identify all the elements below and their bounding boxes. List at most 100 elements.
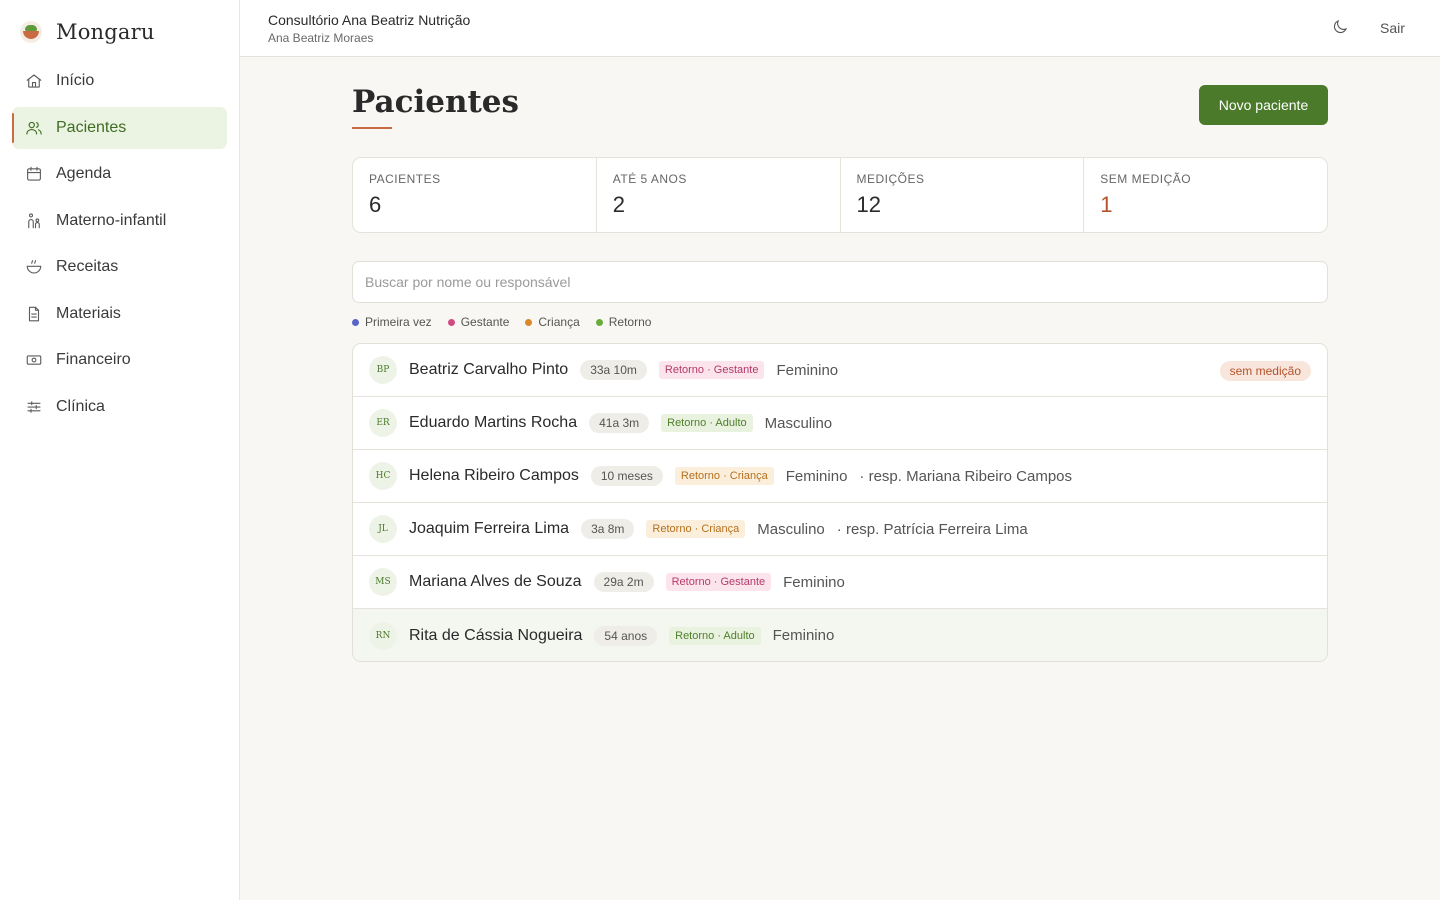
patient-sex: Masculino — [764, 414, 833, 432]
category-tag: Retorno · Criança — [646, 520, 746, 538]
stat-value: 1 — [1100, 192, 1113, 217]
age-badge: 41a 3m — [589, 413, 650, 433]
brand[interactable]: Mongaru — [20, 16, 155, 48]
sidebar-item-label: Materno-infantil — [56, 211, 167, 229]
sidebar-nav: Início Pacientes Agenda Materno-infantil… — [12, 60, 227, 432]
sidebar-item-receitas[interactable]: Receitas — [12, 246, 227, 288]
legend-item-gestante: Gestante — [447, 315, 510, 329]
patient-name: Eduardo Martins Rocha — [409, 414, 578, 431]
page-title: Pacientes — [352, 84, 519, 120]
patient-sex: Feminino — [772, 627, 835, 644]
document-icon — [24, 304, 44, 324]
avatar: JL — [369, 515, 397, 543]
avatar: BP — [369, 356, 397, 384]
legend-label: Criança — [538, 315, 580, 329]
stat-label: MEDIÇÕES — [856, 172, 925, 186]
legend-item-retorno: Retorno — [595, 315, 651, 329]
patient-list: BP Beatriz Carvalho Pinto 33a 10m Retorn… — [352, 343, 1328, 662]
age-badge: 29a 2m — [593, 572, 654, 592]
table-row[interactable]: BP Beatriz Carvalho Pinto 33a 10m Retorn… — [353, 344, 1327, 397]
sidebar-item-clinica[interactable]: Clínica — [12, 386, 227, 428]
table-row[interactable]: MS Mariana Alves de Souza 29a 2m Retorno… — [353, 556, 1327, 609]
sidebar-item-materiais[interactable]: Materiais — [12, 293, 227, 335]
sidebar-item-financeiro[interactable]: Financeiro — [12, 339, 227, 381]
patient-name: Mariana Alves de Souza — [409, 573, 582, 590]
sidebar-item-pacientes[interactable]: Pacientes — [12, 106, 227, 149]
search-input[interactable] — [352, 261, 1328, 303]
legend-item-primeira-vez: Primeira vez — [352, 315, 432, 329]
table-row[interactable]: ER Eduardo Martins Rocha 41a 3m Retorno … — [353, 397, 1327, 450]
top-bar: Consultório Ana Beatriz Nutrição Ana Bea… — [240, 0, 1440, 57]
stat-label: ATÉ 5 ANOS — [612, 172, 687, 186]
responsible-name: · resp. Mariana Ribeiro Campos — [859, 467, 1072, 485]
users-icon — [24, 118, 44, 138]
sidebar-item-label: Clínica — [56, 397, 105, 415]
legend-dot — [525, 318, 533, 326]
calendar-icon — [24, 164, 44, 184]
brand-logo-icon — [20, 21, 42, 43]
category-tag: Retorno · Adulto — [669, 626, 761, 645]
stat-patients: PACIENTES 6 — [353, 158, 597, 232]
new-patient-button[interactable]: Novo paciente — [1199, 85, 1328, 125]
category-tag: Retorno · Gestante — [665, 573, 772, 591]
patient-name: Beatriz Carvalho Pinto — [409, 361, 569, 378]
user-name: Ana Beatriz Moraes — [268, 31, 374, 45]
avatar: MS — [369, 568, 397, 596]
stat-label: SEM MEDIÇÃO — [1100, 172, 1192, 186]
sidebar-item-label: Pacientes — [56, 118, 127, 136]
avatar: RN — [369, 621, 397, 650]
category-tag: Retorno · Criança — [674, 467, 774, 485]
clinic-name: Consultório Ana Beatriz Nutrição — [268, 12, 471, 28]
legend-item-crianca: Criança — [525, 315, 580, 329]
avatar: ER — [369, 409, 397, 437]
sidebar-item-label: Receitas — [56, 258, 119, 275]
table-row[interactable]: RN Rita de Cássia Nogueira 54 anos Retor… — [353, 609, 1327, 661]
age-badge: 10 meses — [590, 466, 663, 486]
table-row[interactable]: JL Joaquim Ferreira Lima 3a 8m Retorno ·… — [353, 503, 1327, 556]
brand-name: Mongaru — [56, 20, 155, 44]
sidebar-item-label: Agenda — [56, 165, 112, 182]
age-badge: 33a 10m — [580, 360, 647, 380]
sliders-icon — [24, 397, 44, 417]
category-tag: Retorno · Gestante — [658, 361, 765, 379]
sidebar: Mongaru Início Pacientes Agenda Materno-… — [0, 0, 240, 900]
legend: Primeira vez Gestante Criança Retorno — [352, 315, 667, 329]
title-underline — [352, 127, 392, 129]
stat-value: 2 — [612, 192, 625, 217]
patient-name: Helena Ribeiro Campos — [409, 467, 579, 484]
patient-name: Rita de Cássia Nogueira — [409, 626, 583, 644]
category-tag: Retorno · Adulto — [661, 414, 753, 432]
sidebar-item-label: Materiais — [56, 304, 121, 322]
stat-no-measurement: SEM MEDIÇÃO 1 — [1084, 158, 1327, 232]
table-row[interactable]: HC Helena Ribeiro Campos 10 meses Retorn… — [353, 450, 1327, 503]
patient-name: Joaquim Ferreira Lima — [409, 520, 570, 537]
sidebar-item-inicio[interactable]: Início — [12, 60, 227, 102]
stat-under-5: ATÉ 5 ANOS 2 — [597, 158, 841, 232]
legend-label: Primeira vez — [365, 315, 432, 329]
status-badge: sem medição — [1219, 361, 1311, 381]
bowl-icon — [24, 257, 44, 277]
money-icon — [24, 350, 44, 370]
responsible-name: · resp. Patrícia Ferreira Lima — [836, 520, 1028, 538]
stat-value: 6 — [369, 192, 382, 217]
legend-dot — [595, 318, 603, 326]
logout-button[interactable]: Sair — [1380, 20, 1405, 36]
patient-sex: Feminino — [783, 573, 845, 591]
patient-sex: Masculino — [757, 520, 825, 538]
stat-measurements: MEDIÇÕES 12 — [841, 158, 1085, 232]
sidebar-item-materno-infantil[interactable]: Materno-infantil — [12, 200, 227, 242]
sidebar-item-agenda[interactable]: Agenda — [12, 153, 227, 195]
stat-value: 12 — [856, 192, 881, 217]
age-badge: 3a 8m — [581, 519, 635, 539]
age-badge: 54 anos — [594, 625, 658, 646]
patient-sex: Feminino — [776, 361, 839, 379]
stat-label: PACIENTES — [369, 172, 441, 186]
moon-icon[interactable] — [1331, 18, 1351, 38]
sidebar-item-label: Início — [56, 72, 95, 89]
legend-dot — [447, 318, 455, 326]
mother-child-icon — [24, 211, 44, 231]
home-icon — [24, 71, 44, 91]
avatar: HC — [369, 462, 397, 490]
legend-label: Gestante — [460, 315, 510, 329]
legend-dot — [352, 318, 359, 326]
